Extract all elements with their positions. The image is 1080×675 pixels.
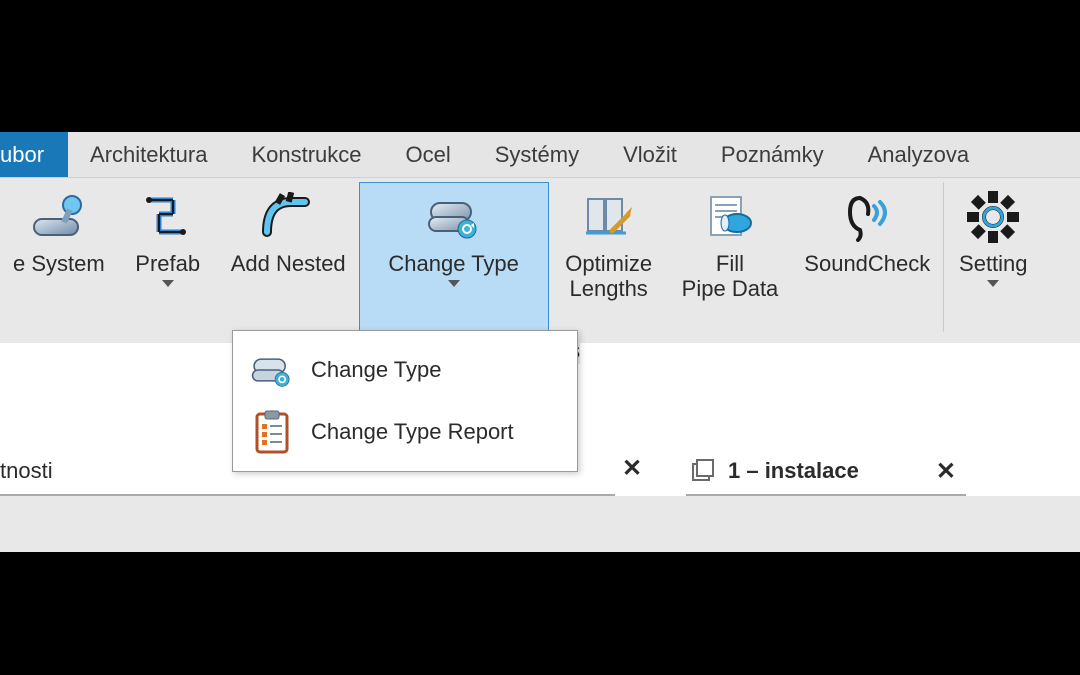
tab-architektura[interactable]: Architektura <box>68 132 229 177</box>
tab-ocel[interactable]: Ocel <box>384 132 473 177</box>
ribbon-tabstrip: ubor Architektura Konstrukce Ocel Systém… <box>0 132 1080 178</box>
tab-label: ubor <box>0 142 44 168</box>
document-tab[interactable]: 1 – instalace ✕ <box>686 448 966 496</box>
tab-konstrukce[interactable]: Konstrukce <box>229 132 383 177</box>
optimize-lengths-button[interactable]: Optimize Lengths <box>549 182 669 332</box>
tab-label: Konstrukce <box>251 142 361 168</box>
button-label: Add Nested <box>231 251 346 276</box>
soundcheck-button[interactable]: SoundCheck <box>791 182 943 332</box>
pipe-system-icon <box>31 189 87 245</box>
document-stack-icon <box>690 458 716 484</box>
ribbon: e System Prefab <box>0 178 1080 343</box>
button-label: Change Type <box>388 251 518 276</box>
dropdown-item-change-type-report[interactable]: Change Type Report <box>233 401 577 463</box>
add-nested-icon <box>260 189 316 245</box>
close-panel-button[interactable]: ✕ <box>616 454 648 483</box>
panel-body-area <box>0 496 1080 552</box>
tab-vlozit[interactable]: Vložit <box>601 132 699 177</box>
change-type-button[interactable]: Change Type <box>359 182 549 332</box>
dropdown-item-label: Change Type Report <box>311 419 514 445</box>
tab-label: Ocel <box>406 142 451 168</box>
button-label: Setting <box>959 251 1028 276</box>
button-label: Fill Pipe Data <box>682 251 779 302</box>
dropdown-caret-icon <box>987 280 999 287</box>
button-label: e System <box>13 251 105 276</box>
close-document-button[interactable]: ✕ <box>930 457 962 486</box>
button-label: SoundCheck <box>804 251 930 276</box>
tab-label: Systémy <box>495 142 579 168</box>
tab-analyzovat[interactable]: Analyzova <box>846 132 992 177</box>
change-type-icon <box>251 349 293 391</box>
settings-button[interactable]: Setting <box>943 182 1043 332</box>
optimize-lengths-icon <box>581 189 637 245</box>
dropdown-caret-icon <box>448 280 460 287</box>
add-nested-button[interactable]: Add Nested <box>218 182 359 332</box>
pipe-system-button[interactable]: e System <box>0 182 118 332</box>
soundcheck-icon <box>839 189 895 245</box>
document-tab-label: 1 – instalace <box>728 458 859 484</box>
button-label: Optimize Lengths <box>565 251 652 302</box>
fill-pipe-data-icon <box>702 189 758 245</box>
dropdown-item-change-type[interactable]: Change Type <box>233 339 577 401</box>
dropdown-item-label: Change Type <box>311 357 441 383</box>
tab-label: Poznámky <box>721 142 824 168</box>
panel-label: tnosti <box>0 458 53 484</box>
gear-icon <box>965 189 1021 245</box>
fill-pipe-data-button[interactable]: Fill Pipe Data <box>669 182 792 332</box>
dropdown-caret-icon <box>162 280 174 287</box>
tab-soubor[interactable]: ubor <box>0 132 68 177</box>
tab-label: Analyzova <box>868 142 970 168</box>
prefab-icon <box>140 189 196 245</box>
change-type-dropdown: Change Type Change Type Report <box>232 330 578 472</box>
tab-label: Vložit <box>623 142 677 168</box>
tab-label: Architektura <box>90 142 207 168</box>
tab-systemy[interactable]: Systémy <box>473 132 601 177</box>
prefab-button[interactable]: Prefab <box>118 182 218 332</box>
button-label: Prefab <box>135 251 200 276</box>
clipboard-report-icon <box>251 411 293 453</box>
tab-poznamky[interactable]: Poznámky <box>699 132 846 177</box>
change-type-icon <box>426 189 482 245</box>
